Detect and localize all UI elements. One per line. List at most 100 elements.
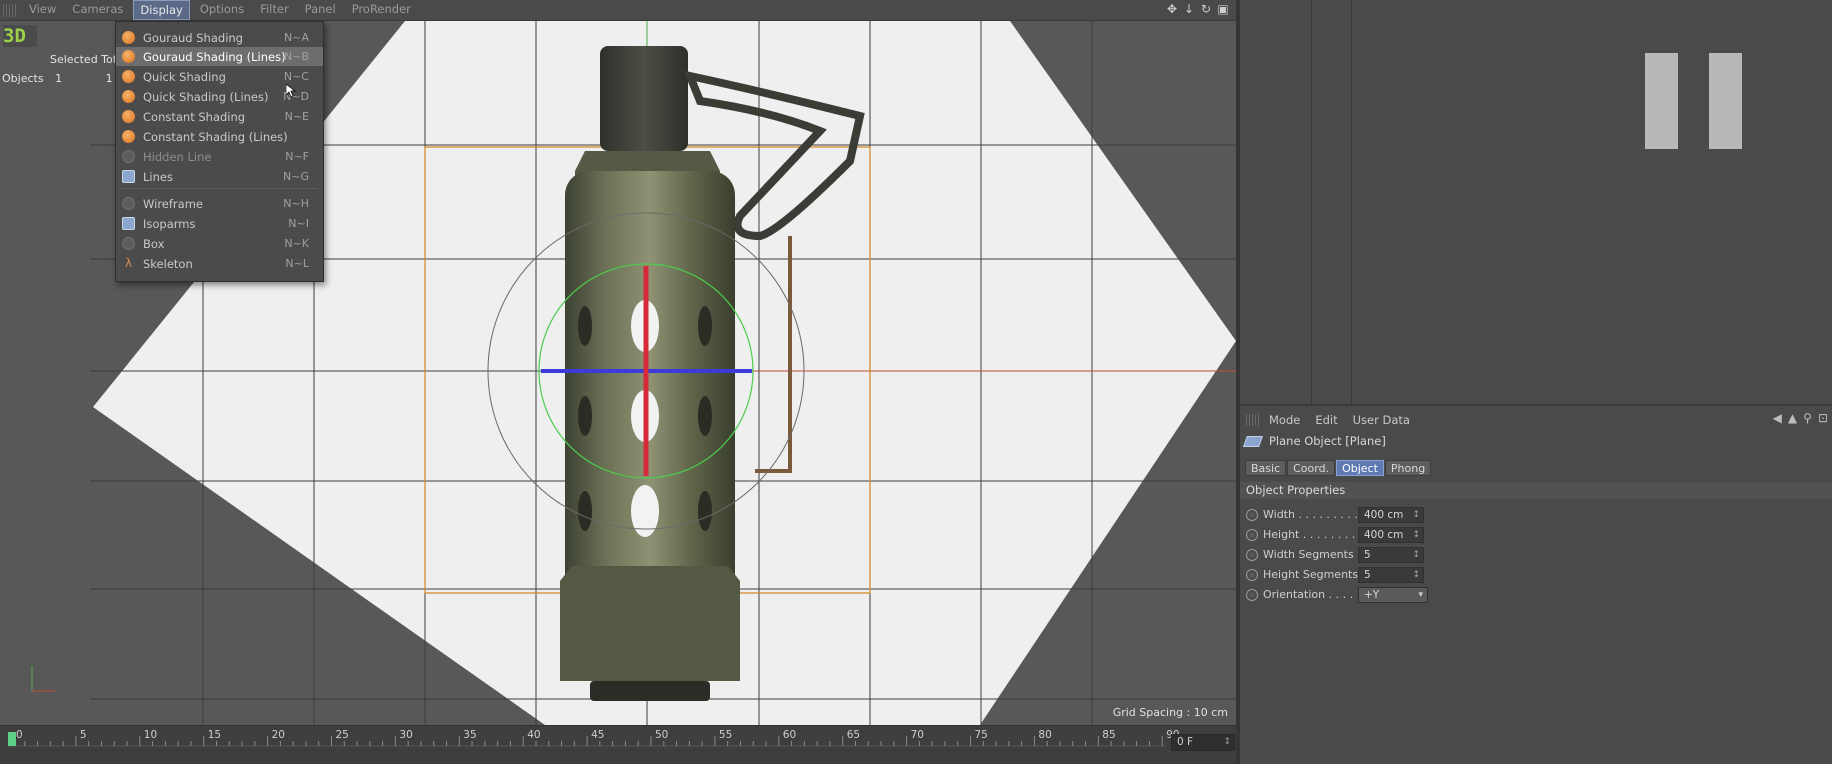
- tab-object[interactable]: Object: [1336, 460, 1384, 476]
- timeline-tick-label: 85: [1102, 729, 1115, 741]
- menu-item-label: Box: [143, 236, 165, 251]
- timeline-tick-label: 10: [144, 729, 157, 741]
- timeline[interactable]: 051015202530354045505560657075808590 0 F: [0, 725, 1240, 764]
- object-title-label: Plane Object [Plane]: [1269, 434, 1386, 448]
- object-title: Plane Object [Plane]: [1242, 434, 1386, 448]
- timeline-tick-label: 35: [463, 729, 476, 741]
- property-label: Width . . . . . . . . .: [1263, 508, 1358, 521]
- timeline-tick-label: 80: [1038, 729, 1051, 741]
- constant-shading-icon: [122, 110, 135, 123]
- menu-item-hidden-line[interactable]: Hidden Line N~F: [116, 147, 323, 166]
- menu-item-label: Skeleton: [143, 256, 193, 271]
- property-row: Width . . . . . . . . . 400 cm: [1246, 506, 1666, 524]
- panel-grip-icon[interactable]: [1246, 414, 1260, 426]
- rotate-view-icon[interactable]: ↻: [1199, 2, 1213, 16]
- menu-item-constant-shading-lines[interactable]: Constant Shading (Lines): [116, 127, 323, 146]
- viewport-menu-list: View Cameras Display Options Filter Panel ProR…: [23, 0, 421, 20]
- viewport-menu-display[interactable]: Display: [133, 0, 190, 20]
- menu-item-shortcut: N~G: [283, 170, 309, 183]
- animate-radio-icon[interactable]: [1246, 589, 1258, 601]
- property-label: Height Segments: [1263, 568, 1359, 581]
- animate-radio-icon[interactable]: [1246, 549, 1258, 561]
- menu-edit[interactable]: Edit: [1315, 413, 1337, 427]
- gouraud-shading-icon: [122, 31, 135, 44]
- menu-separator: [120, 188, 318, 189]
- quick-shading-icon: [122, 70, 135, 83]
- pan-down-icon[interactable]: ↓: [1182, 2, 1196, 16]
- menu-item-isoparms[interactable]: Isoparms N~I: [116, 214, 323, 233]
- menu-item-label: Gouraud Shading (Lines): [143, 49, 286, 64]
- timeline-tick-label: 40: [527, 729, 540, 741]
- tab-phong[interactable]: Phong: [1384, 460, 1432, 476]
- back-arrow-icon[interactable]: ◀: [1773, 411, 1782, 425]
- timeline-tick-label: 65: [847, 729, 860, 741]
- menu-item-box[interactable]: Box N~K: [116, 234, 323, 253]
- animate-radio-icon[interactable]: [1246, 569, 1258, 581]
- timeline-tick-label: 25: [336, 729, 349, 741]
- menu-user-data[interactable]: User Data: [1353, 413, 1410, 427]
- menu-item-wireframe[interactable]: Wireframe N~H: [116, 194, 323, 213]
- orientation-select[interactable]: +Y: [1358, 587, 1428, 603]
- panel-grip-icon[interactable]: [3, 3, 17, 17]
- viewport-menubar: View Cameras Display Options Filter Panel ProR…: [0, 0, 1236, 21]
- menu-item-label: Wireframe: [143, 196, 203, 211]
- menu-item-skeleton[interactable]: λ Skeleton N~L: [116, 254, 323, 273]
- timeline-tick-label: 55: [719, 729, 732, 741]
- section-title: Object Properties: [1240, 482, 1832, 499]
- move-view-icon[interactable]: ✥: [1165, 2, 1179, 16]
- tab-basic[interactable]: Basic: [1245, 460, 1287, 476]
- viewport-menu-options[interactable]: Options: [194, 0, 250, 20]
- plane-object-icon: [1242, 435, 1264, 447]
- menu-item-constant-shading[interactable]: Constant Shading N~E: [116, 107, 323, 126]
- property-input[interactable]: 400 cm: [1358, 527, 1424, 543]
- viewport-menu-cameras[interactable]: Cameras: [66, 0, 129, 20]
- lock-icon[interactable]: ⊡: [1818, 411, 1828, 425]
- search-icon[interactable]: ⚲: [1803, 411, 1812, 425]
- timeline-tick-label: 30: [399, 729, 412, 741]
- isoparms-icon: [122, 217, 135, 230]
- maximize-view-icon[interactable]: ▣: [1216, 2, 1230, 16]
- display-dropdown-menu: Gouraud Shading N~A Gouraud Shading (Lines…: [115, 21, 324, 282]
- hidden-line-icon: [122, 150, 135, 163]
- timeline-ruler[interactable]: 051015202530354045505560657075808590: [0, 726, 1240, 764]
- 3d-viewport[interactable]: View Cameras Display Options Filter Panel ProR…: [0, 0, 1236, 725]
- menu-item-label: Constant Shading (Lines): [143, 129, 288, 144]
- timeline-tick-label: 45: [591, 729, 604, 741]
- up-arrow-icon[interactable]: ▲: [1788, 411, 1797, 425]
- property-input[interactable]: 5: [1358, 567, 1424, 583]
- hud-row-total: 1: [105, 72, 113, 85]
- viewport-menu-panel[interactable]: Panel: [299, 0, 342, 20]
- attributes-tools: ◀ ▲ ⚲ ⊡: [1773, 411, 1828, 425]
- menu-item-shortcut: N~K: [284, 237, 309, 250]
- menu-item-gouraud-shading[interactable]: Gouraud Shading N~A: [116, 28, 323, 47]
- viewport-menu-filter[interactable]: Filter: [254, 0, 294, 20]
- viewport-nav-icons: ✥ ↓ ↻ ▣: [1165, 2, 1230, 16]
- hud-row-selected: 1: [55, 72, 63, 85]
- lines-icon: [122, 170, 135, 183]
- timeline-tick-label: 0: [16, 729, 23, 741]
- menu-item-lines[interactable]: Lines N~G: [116, 167, 323, 186]
- playhead[interactable]: [8, 732, 16, 746]
- viewport-menu-view[interactable]: View: [23, 0, 62, 20]
- menu-item-shortcut: N~A: [284, 31, 309, 44]
- menu-item-shortcut: N~F: [285, 150, 309, 163]
- menu-item-label: Constant Shading: [143, 109, 246, 124]
- skeleton-icon: λ: [124, 256, 133, 270]
- timeline-tick-label: 70: [911, 729, 924, 741]
- attributes-tabs: Basic Coord. Object Phong: [1245, 460, 1432, 476]
- animate-radio-icon[interactable]: [1246, 509, 1258, 521]
- property-label: Height . . . . . . . .: [1263, 528, 1356, 541]
- property-input[interactable]: 400 cm: [1358, 507, 1424, 523]
- current-frame-field[interactable]: 0 F: [1171, 734, 1235, 751]
- menu-item-label: Gouraud Shading: [143, 30, 243, 45]
- tab-coord[interactable]: Coord.: [1287, 460, 1336, 476]
- property-label: Width Segments: [1263, 548, 1354, 561]
- menu-item-shortcut: N~I: [288, 217, 309, 230]
- menu-item-gouraud-shading-lines[interactable]: Gouraud Shading (Lines) N~B: [116, 47, 323, 66]
- timeline-tick-label: 5: [80, 729, 87, 741]
- menu-mode[interactable]: Mode: [1269, 413, 1300, 427]
- viewport-menu-prorender[interactable]: ProRender: [346, 0, 417, 20]
- animate-radio-icon[interactable]: [1246, 529, 1258, 541]
- property-input[interactable]: 5: [1358, 547, 1424, 563]
- attributes-menubar: Mode Edit User Data: [1240, 412, 1832, 428]
